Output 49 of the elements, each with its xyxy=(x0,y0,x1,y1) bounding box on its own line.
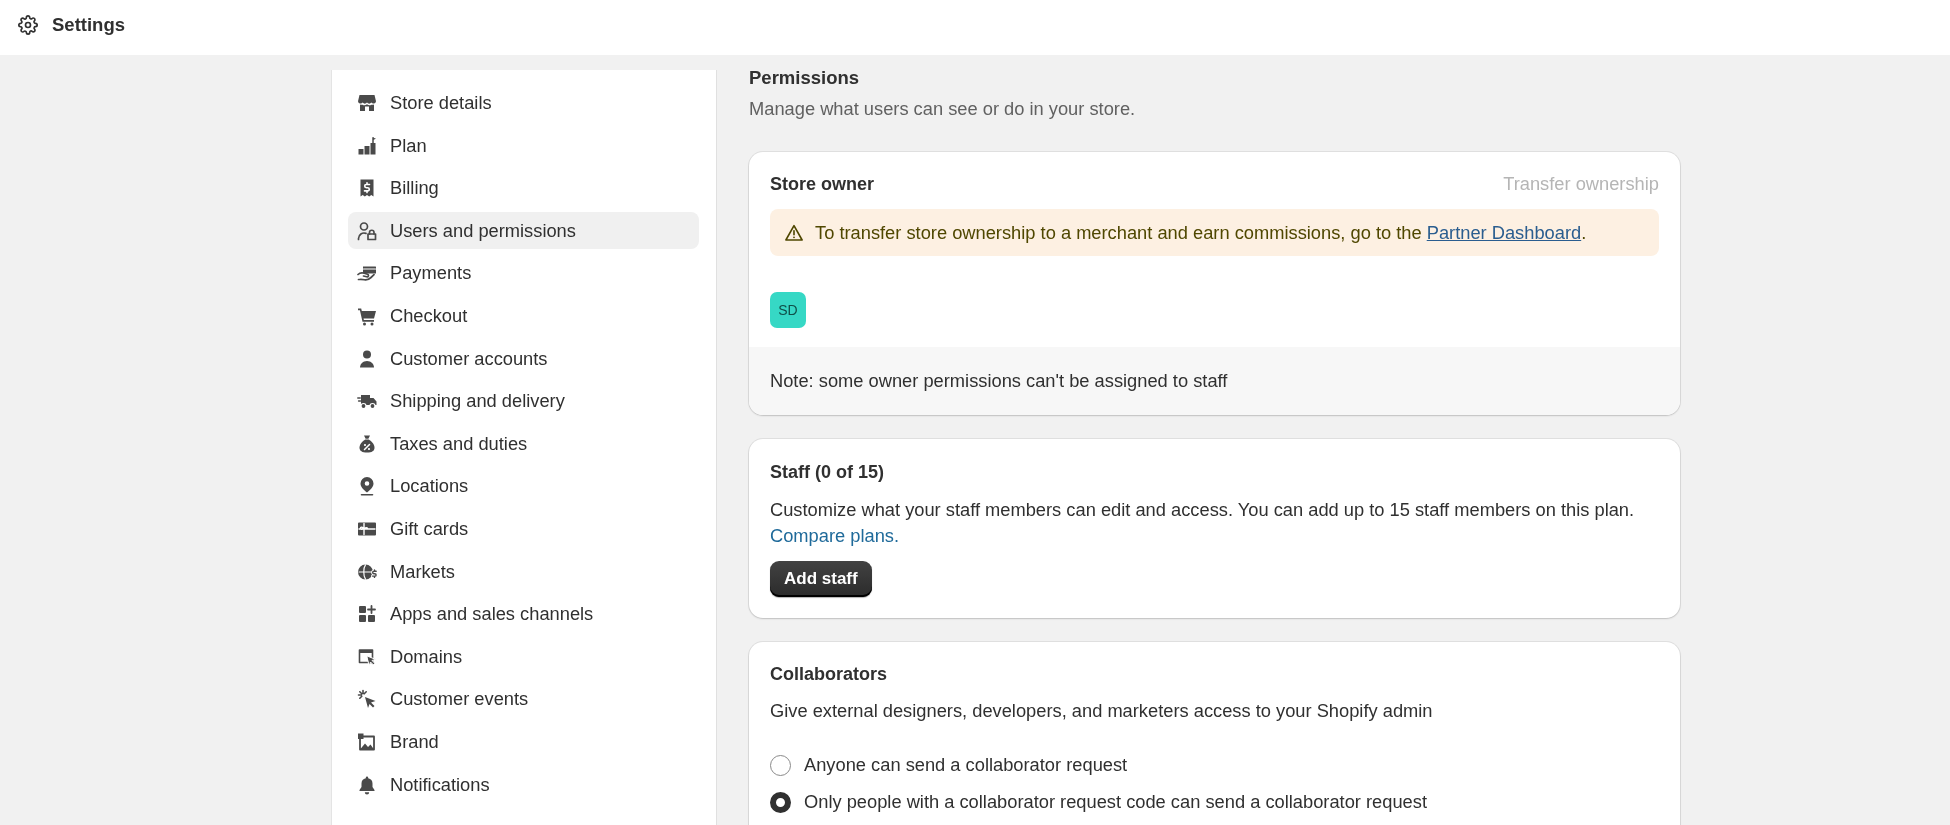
radio-button[interactable] xyxy=(770,754,791,776)
settings-icon xyxy=(18,15,38,35)
section-description: Manage what users can see or do in your store. xyxy=(749,97,1137,121)
person-lock-icon xyxy=(357,220,377,241)
add-staff-button[interactable]: Add staff xyxy=(770,561,872,597)
avatar: SD xyxy=(770,292,806,328)
money-bag-icon xyxy=(357,433,377,454)
staff-description: Customize what your staff members can edit and access. You can add up to 15 staff members on this plan. xyxy=(770,498,1635,522)
sidebar-item[interactable]: Locations xyxy=(348,467,699,505)
page-title: Settings xyxy=(52,13,125,37)
radio-label: Anyone can send a collaborator request xyxy=(804,753,1128,777)
cursor-click-icon xyxy=(357,689,377,710)
card-title: Staff (0 of 15) xyxy=(770,461,884,484)
partner-dashboard-link[interactable]: Partner Dashboard xyxy=(1426,221,1582,243)
sidebar-item[interactable]: Markets xyxy=(348,553,699,591)
browser-cursor-icon xyxy=(357,646,377,667)
sidebar-item[interactable]: Plan xyxy=(348,127,699,165)
apps-grid-icon xyxy=(357,604,377,625)
person-icon xyxy=(357,348,377,369)
section-title: Permissions xyxy=(749,66,861,90)
sidebar-item[interactable]: Billing xyxy=(348,169,699,207)
sidebar-item[interactable]: Notifications xyxy=(348,766,699,803)
sidebar-item[interactable]: Store details xyxy=(348,84,699,122)
warning-message: To transfer store ownership to a merchant and earn commissions, go to the Partner Dashboard. xyxy=(815,220,1587,245)
note-text: Note: some owner permissions can't be assigned to staff xyxy=(770,370,1228,391)
card-title: Store owner xyxy=(770,173,875,196)
sidebar-item[interactable]: Apps and sales channels xyxy=(348,595,699,633)
bar-chart-icon xyxy=(357,135,377,156)
image-icon xyxy=(357,731,377,752)
sidebar-item[interactable]: Shipping and delivery xyxy=(348,382,699,420)
sidebar-item[interactable]: Checkout xyxy=(348,297,699,335)
warning-icon xyxy=(785,223,803,242)
sidebar-item[interactable]: Gift cards xyxy=(348,510,699,548)
sidebar-item[interactable]: Taxes and duties xyxy=(348,425,699,463)
sidebar-item[interactable]: Users and permissions xyxy=(348,212,699,250)
sidebar-item[interactable]: Payments xyxy=(348,254,699,292)
sidebar-item[interactable]: Customer accounts xyxy=(348,340,699,378)
globe-dollar-icon xyxy=(357,561,377,582)
sidebar-item[interactable]: Domains xyxy=(348,638,699,676)
radio-button[interactable] xyxy=(770,791,791,813)
sidebar-item[interactable]: Brand xyxy=(348,723,699,761)
bell-icon xyxy=(357,774,377,795)
collaborators-description: Give external designers, developers, and marketers access to your Shopify admin xyxy=(770,699,1434,723)
storefront-icon xyxy=(357,93,377,113)
card-title: Collaborators xyxy=(770,663,889,686)
compare-plans-link[interactable]: Compare plans. xyxy=(770,524,900,548)
sidebar-item[interactable]: Customer events xyxy=(348,680,699,718)
dollar-receipt-icon xyxy=(357,178,377,199)
radio-label: Only people with a collaborator request code can send a collaborator request xyxy=(804,790,1427,814)
